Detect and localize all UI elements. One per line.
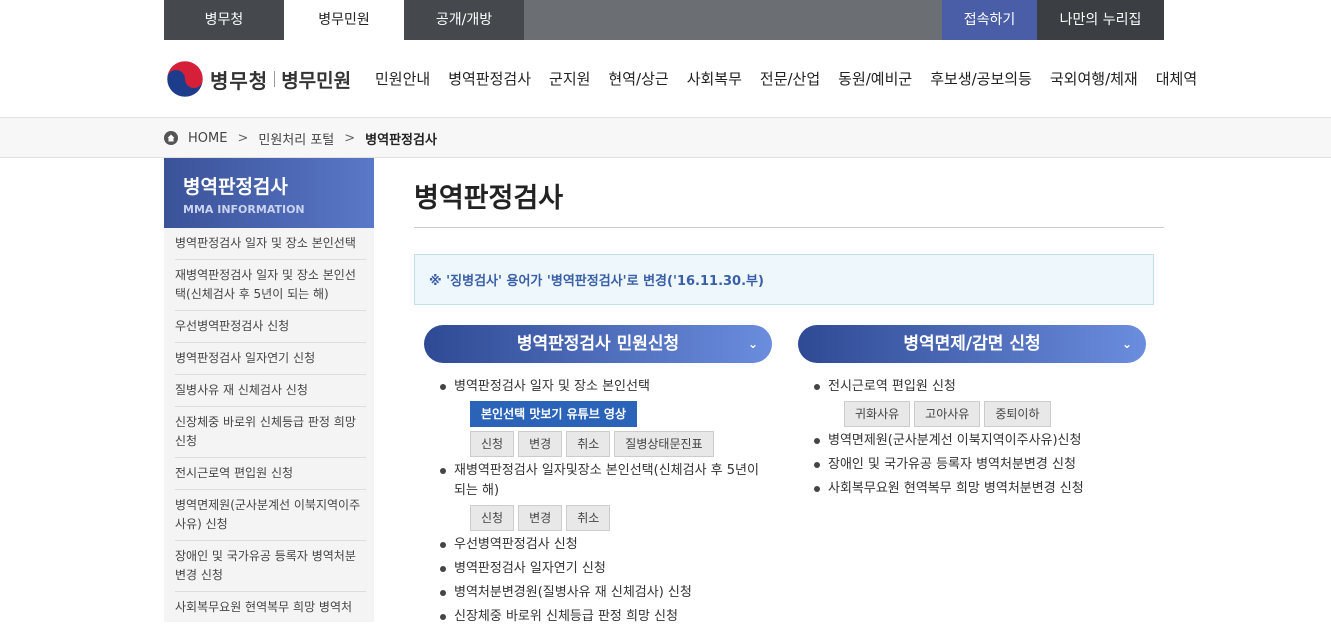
list-item[interactable]: 병역처분변경원(질병사유 재 신체검사) 신청 (440, 583, 772, 603)
site-logo[interactable]: 병무청 병무민원 (166, 60, 351, 98)
list-item[interactable]: 신장체중 바로위 신체등급 판정 희망 신청 (440, 607, 772, 627)
side-nav-item[interactable]: 병역판정검사 일자연기 신청 (175, 343, 366, 375)
breadcrumb: HOME > 민원처리 포털 > 병역판정검사 (164, 118, 437, 158)
side-nav-list: 병역판정검사 일자 및 장소 본인선택 재병역판정검사 일자 및 장소 본인선택… (164, 228, 374, 622)
nav-item-social-service[interactable]: 사회복무 (687, 68, 742, 89)
action-buttons: 신청 변경 취소 질병상태문진표 (440, 431, 772, 457)
tab-mma[interactable]: 병무청 (164, 0, 284, 40)
tab-open[interactable]: 공개/개방 (404, 0, 524, 40)
exemption-list: 전시근로역 편입원 신청 귀화사유 고아사유 중퇴이하 병역면제원(군사분계선 … (798, 377, 1146, 499)
breadcrumb-separator: > (237, 130, 249, 146)
side-nav-item[interactable]: 전시근로역 편입원 신청 (175, 458, 366, 490)
dropout-button[interactable]: 중퇴이하 (984, 401, 1051, 427)
taegeuk-logo-icon (166, 60, 204, 98)
naturalization-button[interactable]: 귀화사유 (844, 401, 911, 427)
orphan-button[interactable]: 고아사유 (914, 401, 981, 427)
list-item[interactable]: 우선병역판정검사 신청 (440, 535, 772, 555)
cancel-button[interactable]: 취소 (566, 431, 611, 457)
side-nav: 병역판정검사 MMA INFORMATION 병역판정검사 일자 및 장소 본인… (164, 158, 374, 622)
breadcrumb-home[interactable]: HOME (188, 131, 227, 146)
nav-item-exam[interactable]: 병역판정검사 (448, 68, 531, 89)
list-item[interactable]: 병역면제원(군사분계선 이북지역이주사유)신청 (814, 431, 1146, 451)
side-nav-item[interactable]: 질병사유 재 신체검사 신청 (175, 375, 366, 407)
list-item[interactable]: 사회복무요원 현역복무 희망 병역처분변경 신청 (814, 479, 1146, 499)
nav-item-professional[interactable]: 전문/산업 (760, 68, 820, 89)
my-page-button[interactable]: 나만의 누리집 (1037, 0, 1164, 40)
side-nav-item[interactable]: 병역판정검사 일자 및 장소 본인선택 (175, 228, 366, 260)
apply-button[interactable]: 신청 (470, 505, 515, 531)
page-title: 병역판정검사 (414, 183, 564, 214)
side-nav-title: 병역판정검사 (183, 176, 288, 198)
change-button[interactable]: 변경 (518, 505, 563, 531)
exam-application-section: 병역판정검사 민원신청 ⌄ 병역판정검사 일자 및 장소 본인선택 본인선택 맛… (424, 325, 772, 631)
side-nav-item[interactable]: 신장체중 바로위 신체등급 판정 희망 신청 (175, 407, 366, 458)
chevron-down-icon: ⌄ (1121, 337, 1132, 351)
cancel-button[interactable]: 취소 (566, 505, 611, 531)
nav-item-military-apply[interactable]: 군지원 (549, 68, 590, 89)
action-buttons: 신청 변경 취소 (440, 505, 772, 531)
side-nav-item[interactable]: 재병역판정검사 일자 및 장소 본인선택(신체검사 후 5년이 되는 해) (175, 260, 366, 311)
breadcrumb-bar: HOME > 민원처리 포털 > 병역판정검사 (0, 118, 1331, 158)
home-icon[interactable] (164, 131, 178, 145)
breadcrumb-portal[interactable]: 민원처리 포털 (258, 129, 334, 148)
exam-application-header[interactable]: 병역판정검사 민원신청 ⌄ (424, 325, 772, 363)
tab-civil[interactable]: 병무민원 (284, 0, 404, 40)
nav-item-active-duty[interactable]: 현역/상근 (608, 68, 668, 89)
logo-name: 병무청 (210, 68, 269, 93)
top-bar-inner: 병무청 병무민원 공개/개방 접속하기 나만의 누리집 (164, 0, 1164, 40)
main-nav: 민원안내 병역판정검사 군지원 현역/상근 사회복무 전문/산업 동원/예비군 … (375, 68, 1215, 89)
nav-item-reserve[interactable]: 동원/예비군 (838, 68, 912, 89)
list-item[interactable]: 병역판정검사 일자연기 신청 (440, 559, 772, 579)
exam-application-list: 병역판정검사 일자 및 장소 본인선택 본인선택 맛보기 유튜브 영상 신청 변… (424, 377, 772, 627)
list-item[interactable]: 병역판정검사 일자 및 장소 본인선택 (440, 377, 772, 397)
side-nav-item[interactable]: 병역면제원(군사분계선 이북지역이주사유) 신청 (175, 490, 366, 541)
list-item[interactable]: 장애인 및 국가유공 등록자 병역처분변경 신청 (814, 455, 1146, 475)
logo-divider (274, 71, 276, 87)
login-button[interactable]: 접속하기 (942, 0, 1037, 40)
notice-box: ※ '징병검사' 용어가 '병역판정검사'로 변경('16.11.30.부) (414, 254, 1154, 305)
top-bar: 병무청 병무민원 공개/개방 접속하기 나만의 누리집 (0, 0, 1331, 40)
chevron-down-icon: ⌄ (747, 337, 758, 351)
nav-item-overseas[interactable]: 국외여행/체재 (1050, 68, 1138, 89)
title-divider (414, 227, 1164, 228)
action-buttons: 귀화사유 고아사유 중퇴이하 (814, 401, 1146, 427)
side-nav-subtitle: MMA INFORMATION (183, 203, 305, 216)
questionnaire-button[interactable]: 질병상태문진표 (614, 431, 714, 457)
exam-application-title: 병역판정검사 민원신청 (516, 334, 680, 354)
header: 병무청 병무민원 민원안내 병역판정검사 군지원 현역/상근 사회복무 전문/산… (0, 40, 1331, 118)
apply-button[interactable]: 신청 (470, 431, 515, 457)
side-nav-item[interactable]: 우선병역판정검사 신청 (175, 311, 366, 343)
nav-item-candidate[interactable]: 후보생/공보의등 (930, 68, 1032, 89)
side-nav-item[interactable]: 장애인 및 국가유공 등록자 병역처분변경 신청 (175, 541, 366, 592)
exemption-section: 병역면제/감면 신청 ⌄ 전시근로역 편입원 신청 귀화사유 고아사유 중퇴이하… (798, 325, 1146, 503)
exemption-header[interactable]: 병역면제/감면 신청 ⌄ (798, 325, 1146, 363)
list-item[interactable]: 재병역판정검사 일자및장소 본인선택(신체검사 후 5년이 되는 해) (440, 461, 772, 501)
breadcrumb-separator: > (344, 130, 356, 146)
side-nav-header: 병역판정검사 MMA INFORMATION (164, 158, 374, 228)
list-item[interactable]: 전시근로역 편입원 신청 (814, 377, 1146, 397)
exemption-title: 병역면제/감면 신청 (903, 334, 1041, 354)
youtube-video-button[interactable]: 본인선택 맛보기 유튜브 영상 (470, 401, 638, 427)
nav-item-alternative[interactable]: 대체역 (1156, 68, 1197, 89)
change-button[interactable]: 변경 (518, 431, 563, 457)
nav-item-civil-guide[interactable]: 민원안내 (375, 68, 430, 89)
logo-subtitle: 병무민원 (281, 69, 352, 92)
breadcrumb-current: 병역판정검사 (365, 132, 437, 148)
side-nav-item[interactable]: 사회복무요원 현역복무 희망 병역처 (175, 592, 366, 622)
